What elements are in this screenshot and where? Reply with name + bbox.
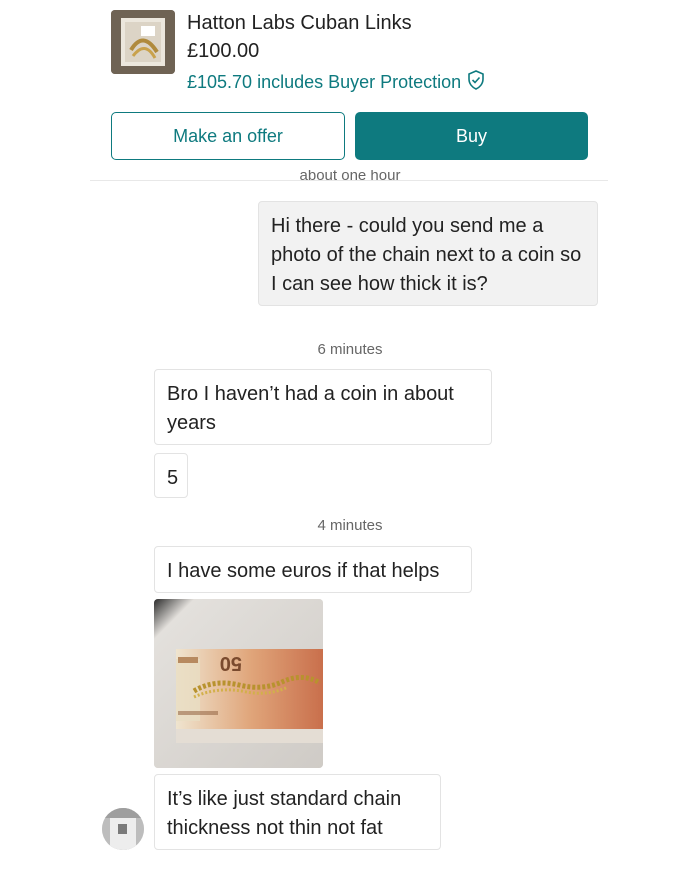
make-offer-button[interactable]: Make an offer bbox=[111, 112, 345, 160]
buyer-protection-price[interactable]: £105.70 includes Buyer Protection bbox=[187, 70, 485, 95]
sender-avatar[interactable] bbox=[102, 808, 144, 850]
message-bubble-incoming[interactable]: Bro I haven’t had a coin in about years bbox=[154, 369, 492, 445]
message-bubble-incoming[interactable]: I have some euros if that helps bbox=[154, 546, 472, 593]
listing-thumbnail[interactable] bbox=[111, 10, 175, 74]
message-bubble-incoming[interactable]: 5 bbox=[154, 453, 188, 498]
header-divider bbox=[90, 180, 608, 181]
timestamp-label: about one hour bbox=[299, 170, 401, 184]
shield-check-icon bbox=[467, 70, 485, 95]
listing-price: £100.00 bbox=[187, 40, 260, 62]
banknote-value: 50 bbox=[220, 652, 242, 674]
listing-title[interactable]: Hatton Labs Cuban Links bbox=[187, 12, 412, 35]
message-photo[interactable]: 50 bbox=[154, 599, 323, 768]
buy-button[interactable]: Buy bbox=[355, 112, 588, 160]
message-timestamp: 4 minutes bbox=[317, 517, 383, 534]
message-bubble-incoming[interactable]: It’s like just standard chain thickness … bbox=[154, 774, 441, 850]
message-bubble-outgoing[interactable]: Hi there - could you send me a photo of … bbox=[258, 201, 598, 306]
message-timestamp: 6 minutes bbox=[317, 341, 383, 358]
truncated-timestamp: about one hour bbox=[0, 170, 700, 185]
buyer-protection-label: £105.70 includes Buyer Protection bbox=[187, 72, 462, 92]
